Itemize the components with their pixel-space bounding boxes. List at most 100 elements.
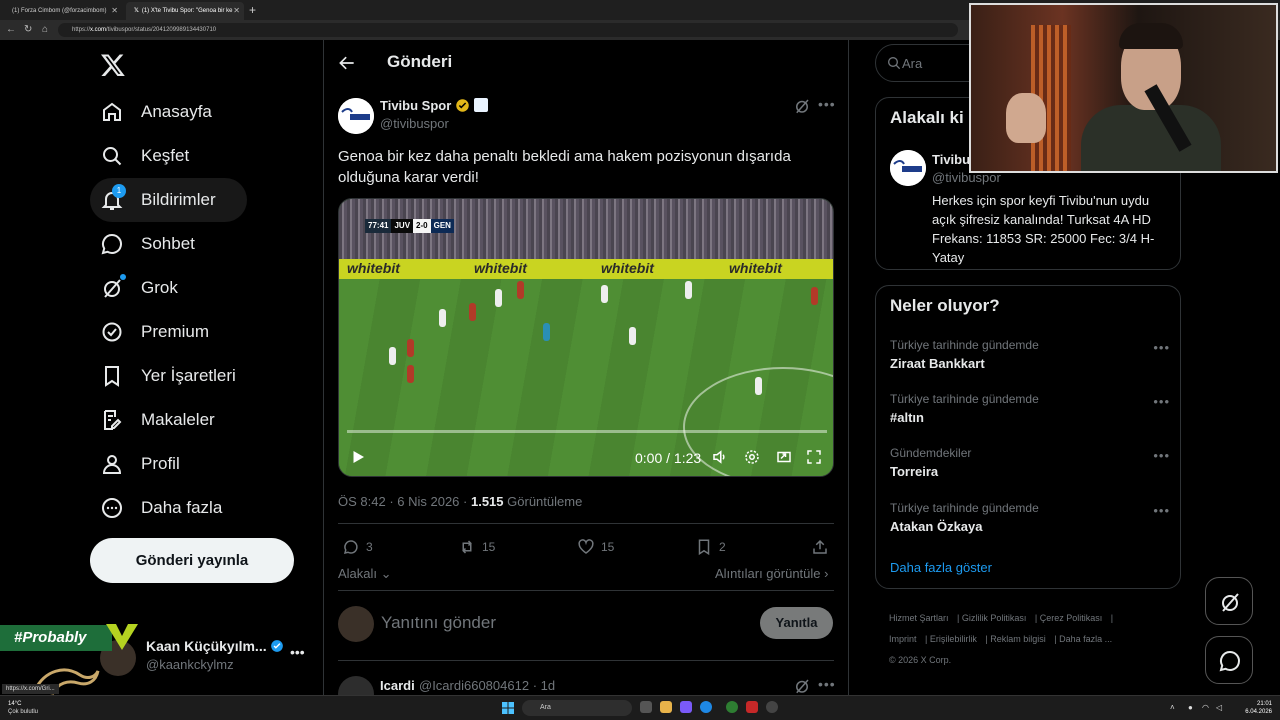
weather-widget[interactable]: 14°C Çok bulutlu bbox=[8, 700, 38, 716]
browser-tab[interactable]: (1) Forza Cimbom (@forzacimbom) ✕ bbox=[4, 2, 122, 20]
related-name[interactable]: Tivibu bbox=[932, 152, 970, 167]
affiliate-badge-icon[interactable] bbox=[474, 98, 488, 112]
related-avatar[interactable] bbox=[890, 150, 926, 186]
reply-button[interactable]: 3 bbox=[342, 537, 373, 557]
post-button[interactable]: Gönderi yayınla bbox=[90, 538, 294, 583]
player bbox=[601, 285, 608, 303]
author-name[interactable]: Tivibu Spor bbox=[380, 98, 451, 113]
file-explorer-icon[interactable] bbox=[660, 701, 672, 713]
nav-profile[interactable]: Profil bbox=[90, 442, 310, 486]
nav-articles[interactable]: Makaleler bbox=[90, 398, 310, 442]
windows-start-icon[interactable] bbox=[502, 702, 514, 714]
edge-icon[interactable] bbox=[700, 701, 712, 713]
trend-item[interactable]: Türkiye tarihinde gündemde #altın ••• bbox=[890, 392, 1170, 436]
author-avatar[interactable] bbox=[338, 98, 374, 134]
chevron-up-icon[interactable]: ˄ bbox=[1170, 703, 1175, 712]
footer-link[interactable]: Daha fazla ... bbox=[1059, 634, 1112, 644]
nav-chat[interactable]: Sohbet bbox=[90, 222, 310, 266]
tweet-date[interactable]: 6 Nis 2026 bbox=[397, 494, 459, 509]
footer-link[interactable]: Gizlilik Politikası bbox=[962, 613, 1027, 623]
more-icon[interactable]: ••• bbox=[1153, 503, 1170, 518]
grok-icon[interactable] bbox=[793, 97, 811, 115]
footer-link[interactable]: Imprint bbox=[889, 634, 917, 644]
new-tab-icon[interactable]: + bbox=[249, 2, 256, 18]
more-icon[interactable]: ••• bbox=[290, 644, 305, 660]
nav-home[interactable]: Anasayfa bbox=[90, 90, 310, 134]
url-field[interactable]: https://x.com/tivibuspor/status/20412099… bbox=[58, 23, 958, 37]
player bbox=[389, 347, 396, 365]
nav-explore[interactable]: Keşfet bbox=[90, 134, 310, 178]
trend-item[interactable]: Türkiye tarihinde gündemde Atakan Özkaya… bbox=[890, 501, 1170, 545]
reply-submit-button[interactable]: Yanıtla bbox=[760, 607, 833, 639]
reply-icon bbox=[343, 540, 358, 555]
footer-link[interactable]: Çerez Politikası bbox=[1040, 613, 1103, 623]
bookmark-icon bbox=[105, 366, 119, 387]
view-quotes-link[interactable]: Alıntıları görüntüle › bbox=[715, 566, 828, 581]
x-logo-icon[interactable] bbox=[100, 52, 126, 78]
wifi-icon[interactable]: ◠ bbox=[1202, 703, 1209, 712]
trend-item[interactable]: Türkiye tarihinde gündemde Ziraat Bankka… bbox=[890, 338, 1170, 382]
footer-link[interactable]: Reklam bilgisi bbox=[990, 634, 1046, 644]
app-icon[interactable] bbox=[766, 701, 778, 713]
bookmark-button[interactable]: 2 bbox=[695, 537, 726, 557]
nav-grok[interactable]: Grok bbox=[90, 266, 310, 310]
more-icon[interactable]: ••• bbox=[1153, 448, 1170, 463]
like-button[interactable]: 15 bbox=[577, 537, 614, 557]
reload-icon[interactable]: ↻ bbox=[24, 23, 32, 37]
show-more-link[interactable]: Daha fazla göster bbox=[890, 560, 992, 575]
nav-label: Daha fazla bbox=[141, 498, 223, 517]
reply-author-name[interactable]: Icardi bbox=[380, 678, 415, 693]
more-icon[interactable]: ••• bbox=[1153, 340, 1170, 355]
reply-time: · 1d bbox=[532, 678, 556, 693]
back-icon[interactable]: ← bbox=[6, 23, 16, 37]
video-player[interactable]: whitebit whitebit whitebit whitebit 77:4… bbox=[338, 198, 834, 477]
taskbar-search[interactable]: Ara bbox=[522, 700, 632, 716]
task-view-icon[interactable] bbox=[640, 701, 652, 713]
trend-item[interactable]: Gündemdekiler Torreira ••• bbox=[890, 446, 1170, 490]
more-icon[interactable]: ••• bbox=[818, 676, 836, 692]
trend-context: Türkiye tarihinde gündemde bbox=[890, 338, 1039, 352]
share-button[interactable] bbox=[811, 537, 829, 557]
pip-icon[interactable] bbox=[775, 448, 793, 466]
nav-label: Sohbet bbox=[141, 234, 195, 253]
footer-link[interactable]: Erişilebilirlik bbox=[930, 634, 977, 644]
play-icon[interactable] bbox=[349, 448, 367, 466]
chrome-icon[interactable] bbox=[726, 701, 738, 713]
retweet-button[interactable]: 15 bbox=[458, 537, 495, 557]
grok-icon[interactable] bbox=[793, 677, 811, 695]
reply-author-handle[interactable]: @Icardi660804612 · 1d bbox=[419, 678, 555, 693]
like-count: 15 bbox=[601, 540, 615, 554]
home-icon[interactable]: ⌂ bbox=[42, 23, 48, 37]
settings-gear-icon[interactable] bbox=[743, 448, 761, 466]
back-arrow-icon[interactable] bbox=[337, 53, 357, 73]
volume-icon[interactable] bbox=[711, 448, 729, 466]
nav-more[interactable]: Daha fazla bbox=[90, 486, 310, 530]
taskbar-clock[interactable]: 21:01 6.04.2026 bbox=[1232, 700, 1272, 716]
card-title: Alakalı ki bbox=[890, 108, 964, 127]
nav-notifications[interactable]: 1 Bildirimler bbox=[90, 178, 247, 222]
away-team: GEN bbox=[430, 219, 454, 233]
tweet-text: Genoa bir kez daha penaltı bekledi ama h… bbox=[338, 148, 791, 186]
video-progress-bar[interactable] bbox=[347, 430, 827, 433]
browser-tab-active[interactable]: 𝕏 (1) X'te Tivibu Spor: "Genoa bir ke ✕ bbox=[126, 2, 244, 20]
tab-close-icon[interactable]: ✕ bbox=[111, 2, 118, 20]
app-icon[interactable] bbox=[680, 701, 692, 713]
nav-premium[interactable]: Premium bbox=[90, 310, 310, 354]
grok-fab-button[interactable] bbox=[1205, 577, 1253, 625]
sort-relevant-dropdown[interactable]: Alakalı ⌄ bbox=[338, 566, 392, 582]
volume-icon[interactable]: ◁ bbox=[1216, 703, 1222, 712]
author-handle[interactable]: @tivibuspor bbox=[380, 116, 449, 131]
mic-icon[interactable]: ● bbox=[1188, 703, 1193, 712]
more-icon[interactable]: ••• bbox=[818, 96, 836, 112]
tab-close-icon[interactable]: ✕ bbox=[233, 2, 240, 20]
ad-text: whitebit bbox=[474, 260, 527, 276]
more-icon[interactable]: ••• bbox=[1153, 394, 1170, 409]
nav-bookmarks[interactable]: Yer İşaretleri bbox=[90, 354, 310, 398]
fullscreen-icon[interactable] bbox=[805, 448, 823, 466]
app-icon[interactable] bbox=[746, 701, 758, 713]
tweet-time[interactable]: ÖS 8:42 bbox=[338, 494, 386, 509]
player bbox=[629, 327, 636, 345]
footer-link[interactable]: Hizmet Şartları bbox=[889, 613, 949, 623]
reply-input[interactable]: Yanıtını gönder bbox=[381, 613, 496, 633]
messages-fab-button[interactable] bbox=[1205, 636, 1253, 684]
